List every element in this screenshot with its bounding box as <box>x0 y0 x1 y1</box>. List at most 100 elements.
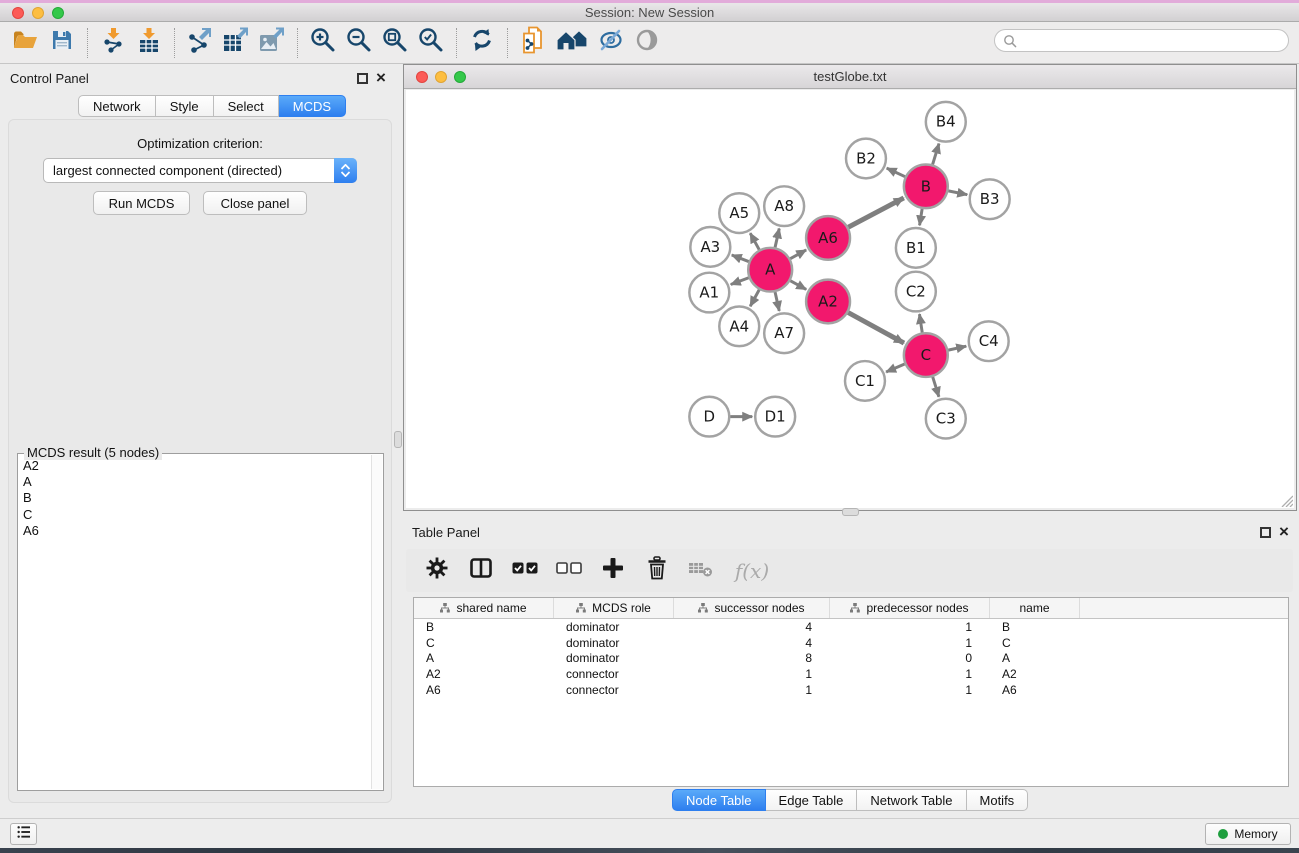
graph-edge-A-A4[interactable] <box>750 290 759 306</box>
mcds-result-item[interactable]: A6 <box>23 523 371 539</box>
table-cell[interactable]: 4 <box>674 636 830 650</box>
graph-edge-B-B4[interactable] <box>933 144 939 165</box>
mcds-result-item[interactable]: A2 <box>23 458 371 474</box>
network-canvas[interactable]: B4B2BB3A8A5A6A3B1AC2A1A2A4A7C4CC1C3DD1 <box>406 90 1294 508</box>
tab-style[interactable]: Style <box>156 95 214 117</box>
tab-mcds[interactable]: MCDS <box>279 95 346 117</box>
table-cell[interactable]: 8 <box>674 651 830 665</box>
table-cell[interactable]: B <box>414 620 554 634</box>
zoom-selected-button[interactable] <box>413 26 449 60</box>
table-cell[interactable]: 1 <box>674 667 830 681</box>
tab-node-table[interactable]: Node Table <box>672 789 766 811</box>
table-cell[interactable]: A6 <box>990 683 1080 697</box>
window-resize-grip[interactable] <box>1278 492 1293 507</box>
table-cell[interactable]: A2 <box>414 667 554 681</box>
delete-column-button[interactable] <box>642 556 672 586</box>
export-image-button[interactable] <box>254 26 290 60</box>
table-cell[interactable]: dominator <box>554 636 674 650</box>
graph-edge-A6-B[interactable] <box>848 198 903 227</box>
column-header-name[interactable]: name <box>990 598 1080 618</box>
table-panel-float-button[interactable] <box>1260 527 1271 538</box>
graph-edge-A-A1[interactable] <box>731 278 749 285</box>
table-cell[interactable]: 1 <box>830 620 990 634</box>
mcds-result-scrollbar[interactable] <box>371 455 382 789</box>
graph-edge-A2-C[interactable] <box>848 313 904 344</box>
mcds-result-item[interactable]: B <box>23 490 371 506</box>
horizontal-splitter-handle[interactable] <box>394 431 402 448</box>
table-cell[interactable]: dominator <box>554 651 674 665</box>
graph-edge-A-A6[interactable] <box>790 250 806 259</box>
table-cell[interactable]: connector <box>554 667 674 681</box>
graph-edge-A-A5[interactable] <box>750 233 759 249</box>
column-header-shared-name[interactable]: shared name <box>414 598 554 618</box>
graph-edge-A-A2[interactable] <box>790 281 806 290</box>
table-row[interactable]: Bdominator41B <box>414 619 1288 635</box>
table-row[interactable]: Cdominator41C <box>414 635 1288 651</box>
hide-graphics-details-button[interactable] <box>593 26 629 60</box>
table-cell[interactable]: dominator <box>554 620 674 634</box>
graph-edge-B-B1[interactable] <box>920 209 923 225</box>
add-column-button[interactable] <box>598 556 628 586</box>
table-cell[interactable]: C <box>990 636 1080 650</box>
table-cell[interactable]: C <box>414 636 554 650</box>
vertical-splitter-handle[interactable] <box>842 508 859 516</box>
table-cell[interactable]: connector <box>554 683 674 697</box>
import-network-button[interactable] <box>95 26 131 60</box>
table-cell[interactable]: A <box>414 651 554 665</box>
run-mcds-button[interactable]: Run MCDS <box>93 191 190 215</box>
zoom-in-button[interactable] <box>305 26 341 60</box>
memory-button[interactable]: Memory <box>1205 823 1291 845</box>
graph-edge-C-C1[interactable] <box>886 364 905 372</box>
task-history-button[interactable] <box>10 823 37 845</box>
show-columns-button[interactable] <box>466 556 496 586</box>
mcds-result-item[interactable]: C <box>23 507 371 523</box>
table-cell[interactable]: 1 <box>674 683 830 697</box>
mcds-result-item[interactable]: A <box>23 474 371 490</box>
column-header-MCDS-role[interactable]: MCDS role <box>554 598 674 618</box>
zoom-fit-button[interactable] <box>377 26 413 60</box>
graph-edge-B-B3[interactable] <box>948 191 967 195</box>
control-panel-close-button[interactable]: × <box>376 72 386 83</box>
table-settings-button[interactable] <box>422 556 452 586</box>
table-row[interactable]: A2connector11A2 <box>414 666 1288 682</box>
import-table-button[interactable] <box>131 26 167 60</box>
close-panel-button[interactable]: Close panel <box>203 191 307 215</box>
open-session-button[interactable] <box>8 26 44 60</box>
graph-edge-A-A8[interactable] <box>775 229 779 248</box>
table-cell[interactable]: 1 <box>830 667 990 681</box>
table-cell[interactable]: 0 <box>830 651 990 665</box>
function-builder-button[interactable]: f(x) <box>730 556 774 586</box>
home-button[interactable] <box>551 26 593 60</box>
table-cell[interactable]: A <box>990 651 1080 665</box>
tab-network-table[interactable]: Network Table <box>857 789 966 811</box>
table-cell[interactable]: 1 <box>830 683 990 697</box>
graph-edge-A-A3[interactable] <box>732 255 749 262</box>
table-cell[interactable]: 4 <box>674 620 830 634</box>
show-eye-button[interactable] <box>629 26 665 60</box>
export-network-button[interactable] <box>182 26 218 60</box>
graph-edge-C-C3[interactable] <box>933 377 939 397</box>
table-row[interactable]: A6connector11A6 <box>414 682 1288 698</box>
column-header-successor-nodes[interactable]: successor nodes <box>674 598 830 618</box>
control-panel-float-button[interactable] <box>357 73 368 84</box>
tab-motifs[interactable]: Motifs <box>967 789 1029 811</box>
graph-edge-A-A7[interactable] <box>775 292 779 311</box>
export-table-button[interactable] <box>218 26 254 60</box>
tab-network[interactable]: Network <box>78 95 156 117</box>
table-panel-close-button[interactable]: × <box>1279 526 1289 537</box>
tab-edge-table[interactable]: Edge Table <box>766 789 858 811</box>
refresh-button[interactable] <box>464 26 500 60</box>
table-cell[interactable]: 1 <box>830 636 990 650</box>
delete-table-button[interactable] <box>686 556 716 586</box>
save-session-button[interactable] <box>44 26 80 60</box>
graph-edge-C-C4[interactable] <box>948 346 966 350</box>
table-cell[interactable]: A6 <box>414 683 554 697</box>
column-header-predecessor-nodes[interactable]: predecessor nodes <box>830 598 990 618</box>
tab-select[interactable]: Select <box>214 95 279 117</box>
table-row[interactable]: Adominator80A <box>414 651 1288 667</box>
optimization-criterion-dropdown[interactable]: largest connected component (directed) <box>43 158 357 183</box>
table-cell[interactable]: B <box>990 620 1080 634</box>
table-cell[interactable]: A2 <box>990 667 1080 681</box>
zoom-out-button[interactable] <box>341 26 377 60</box>
deselect-all-button[interactable] <box>554 556 584 586</box>
